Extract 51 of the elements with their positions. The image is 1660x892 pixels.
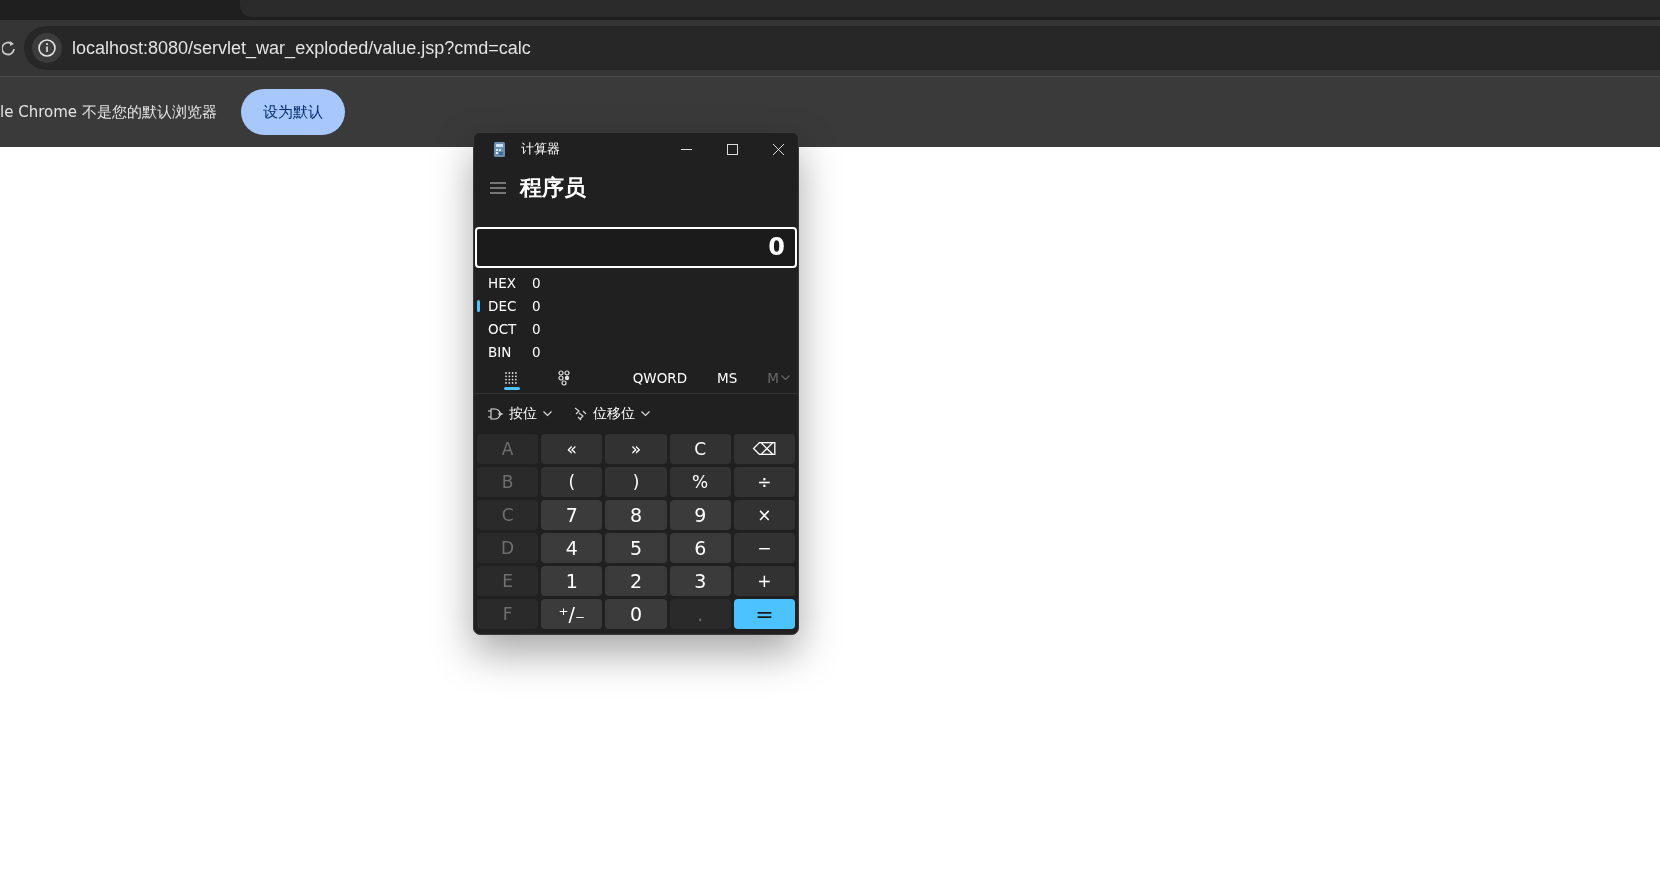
chevron-down-icon: [781, 375, 790, 381]
radix-row[interactable]: OCT 0: [474, 317, 798, 340]
radix-row[interactable]: HEX 0: [474, 271, 798, 294]
chevron-down-icon: [641, 411, 650, 417]
menu-icon[interactable]: [490, 182, 506, 194]
calculator-key[interactable]: 6: [669, 533, 731, 563]
calculator-key[interactable]: ÷: [733, 467, 795, 497]
toolbar-button[interactable]: MS: [709, 365, 746, 391]
shift-dropdown[interactable]: 位移位: [570, 403, 654, 425]
calculator-key[interactable]: 1: [541, 566, 603, 596]
logic-gate-icon: [488, 408, 503, 420]
calculator-key[interactable]: ): [605, 467, 667, 497]
calculator-key[interactable]: »: [605, 434, 667, 464]
radix-row[interactable]: BIN 0: [474, 340, 798, 363]
calculator-key[interactable]: +: [733, 566, 795, 596]
keypad-icon[interactable]: [504, 371, 519, 385]
mode-title: 程序员: [520, 174, 586, 202]
close-icon[interactable]: [773, 143, 784, 155]
calculator-key[interactable]: ⌫: [733, 434, 795, 464]
info-icon[interactable]: [32, 33, 62, 63]
calculator-key[interactable]: «: [541, 434, 603, 464]
calculator-key[interactable]: 7: [541, 500, 603, 530]
calculator-key[interactable]: 0: [605, 599, 667, 629]
address-bar[interactable]: localhost:8080/servlet_war_exploded/value.jsp?cmd=calc: [24, 26, 1660, 70]
calculator-key[interactable]: %: [669, 467, 731, 497]
bitwise-dropdown[interactable]: 按位: [484, 403, 556, 425]
chevron-down-icon: [543, 411, 552, 417]
calculator-key[interactable]: 2: [605, 566, 667, 596]
calculator-key[interactable]: ×: [733, 500, 795, 530]
calculator-key[interactable]: −: [733, 533, 795, 563]
calculator-key[interactable]: 5: [605, 533, 667, 563]
radix-row[interactable]: DEC 0: [474, 294, 798, 317]
set-default-button[interactable]: 设为默认: [240, 89, 345, 135]
calculator-key[interactable]: =: [733, 599, 795, 629]
calculator-key[interactable]: 8: [605, 500, 667, 530]
result-display: 0: [475, 227, 797, 268]
calculator-key[interactable]: (: [541, 467, 603, 497]
window-title: 计算器: [521, 140, 560, 158]
calculator-icon: [494, 141, 505, 157]
calculator-key[interactable]: 3: [669, 566, 731, 596]
url-text: localhost:8080/servlet_war_exploded/value.jsp?cmd=calc: [72, 37, 531, 59]
calculator-key[interactable]: 4: [541, 533, 603, 563]
calculator-key[interactable]: C: [669, 434, 731, 464]
toolbar-button[interactable]: QWORD: [624, 365, 696, 391]
maximize-icon[interactable]: [727, 143, 738, 155]
calculator-key[interactable]: ⁺/₋: [541, 599, 603, 629]
reload-icon[interactable]: [2, 40, 16, 56]
dots-icon[interactable]: [557, 370, 570, 386]
infobar-message: le Chrome 不是您的默认浏览器: [0, 102, 217, 122]
shift-icon: [574, 407, 587, 421]
calculator-key[interactable]: 9: [669, 500, 731, 530]
